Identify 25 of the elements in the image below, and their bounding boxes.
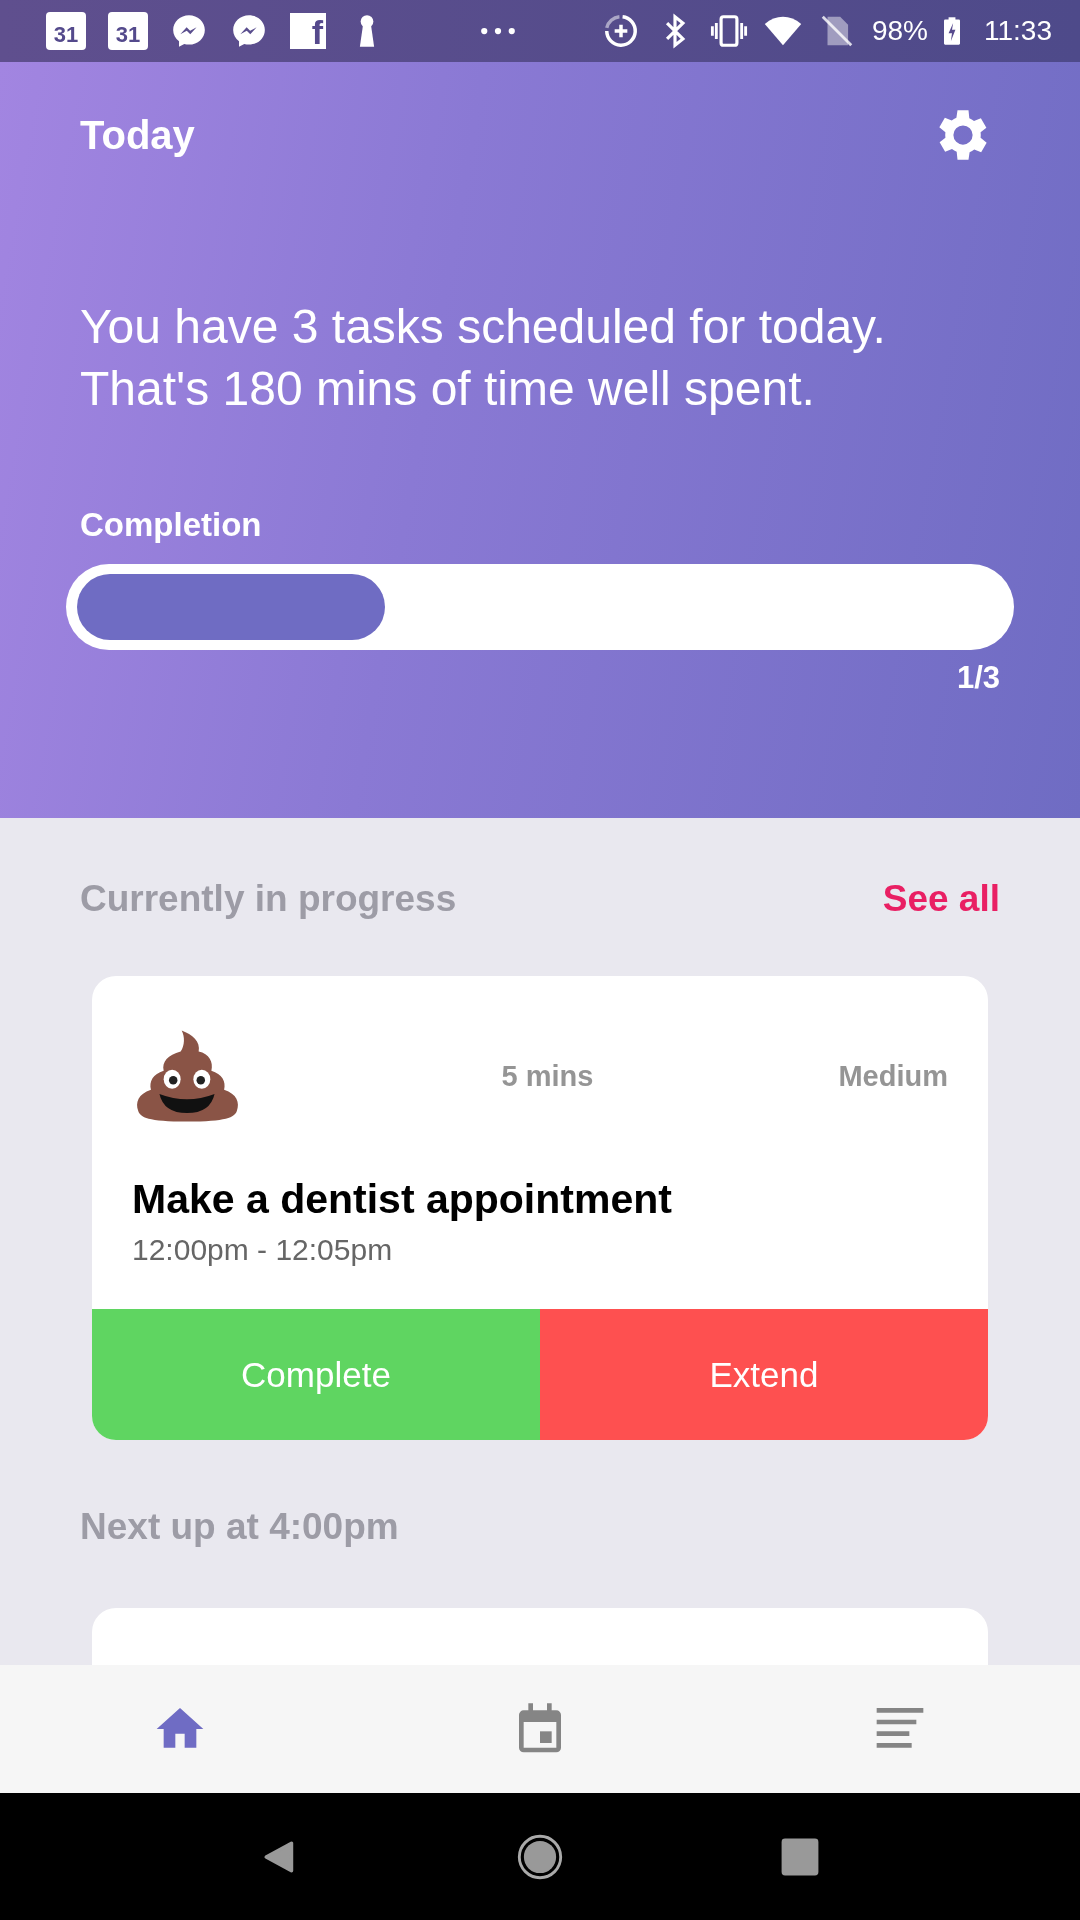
task-duration: 5 mins bbox=[501, 1059, 594, 1093]
more-dots-icon bbox=[478, 26, 518, 36]
calendar-notification-icon: 31 bbox=[46, 12, 86, 50]
vibrate-icon bbox=[709, 12, 748, 50]
chat-bubble-icon bbox=[230, 12, 268, 50]
task-action-button[interactable]: Complete bbox=[92, 1309, 540, 1440]
see-all-link[interactable]: See all bbox=[882, 878, 1000, 920]
task-priority: Medium bbox=[838, 1059, 948, 1093]
battery-charging-icon bbox=[944, 14, 960, 48]
task-title: Make a dentist appointment bbox=[132, 1176, 673, 1223]
calendar-notification-icon: 31 bbox=[108, 12, 148, 50]
chat-bubble-icon bbox=[170, 12, 208, 50]
clock: 11:33 bbox=[984, 15, 1052, 47]
battery-percent: 98% bbox=[871, 15, 928, 47]
progress-count: 1/3 bbox=[956, 660, 1000, 696]
home-button-icon[interactable] bbox=[517, 1833, 563, 1880]
page-title: Today bbox=[80, 112, 195, 158]
facebook-notification-icon: f bbox=[290, 13, 326, 49]
task-action-button[interactable]: Extend bbox=[540, 1309, 988, 1440]
section-heading: Next up at 4:00pm bbox=[80, 1506, 400, 1548]
section-heading: Currently in progress bbox=[80, 878, 457, 920]
task-time: 12:00pm - 12:05pm bbox=[132, 1233, 394, 1267]
poop-emoji-icon bbox=[134, 1028, 240, 1124]
progress-label: Completion bbox=[80, 506, 263, 544]
summary-message: You have 3 tasks scheduled for today. That's 180 mins of time well spent. bbox=[80, 299, 887, 417]
